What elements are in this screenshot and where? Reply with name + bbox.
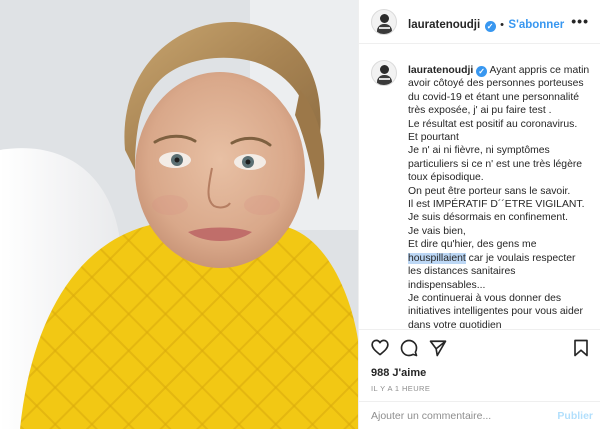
more-options-icon[interactable]: ••• [571,13,589,29]
caption-first-line: Ayant appris ce matin [489,65,590,76]
caption-line: indispensables... [408,279,486,291]
caption-line: Je vais bien, [408,225,466,237]
username-link[interactable]: lauratenoudji [408,19,480,31]
separator-dot: • [500,19,504,31]
caption-line: dans votre quotidien [408,319,502,328]
caption-line: Il est IMPÉRATIF D´´ETRE VIGILANT. [408,199,585,211]
comment-input[interactable] [371,408,551,424]
caption-line: très exposée, j' ai pu faire test . [408,105,552,117]
caption-line: On peut être porteur sans le savoir. [408,185,571,197]
heart-icon[interactable] [371,339,389,356]
bookmark-icon[interactable] [573,339,589,357]
avatar[interactable] [371,9,397,35]
selfie-illustration [0,0,358,429]
caption-line: Et pourtant [408,132,459,144]
caption-text: lauratenoudji ✓ Ayant appris ce matin av… [408,64,590,328]
share-icon[interactable] [429,339,447,357]
caption-username-link[interactable]: lauratenoudji [408,65,473,76]
highlighted-word: houspillaient [408,252,466,264]
caption-line-highlight: houspillaient car je voulais respecter [408,252,590,265]
verified-badge-icon: ✓ [484,21,496,32]
caption-line: initiatives intelligentes pour vous aide… [408,306,584,318]
caption-scroll-area[interactable]: lauratenoudji ✓ Ayant appris ce matin av… [359,45,600,328]
comment-box: Publier [359,401,600,429]
caption-line: Et dire qu'hier, des gens me [408,239,537,251]
caption-line: du covid-19 et étant une personnalité [408,91,579,103]
caption-line: Je continuerai à vous donner des [408,292,562,304]
post-header: lauratenoudji ✓ • S'abonner ••• [359,0,600,44]
caption-line: les distances sanitaires [408,266,516,278]
comment-icon[interactable] [400,339,418,357]
caption-line: toux épisodique. [408,172,484,184]
publish-button[interactable]: Publier [557,410,593,422]
post-photo[interactable] [0,0,358,429]
caption-line: Je n' ai ni fièvre, ni symptômes [408,145,550,157]
highlight-rest: car je voulais respecter [465,252,576,264]
caption-line: particuliers si ce n' est une très légèr… [408,158,583,170]
caption-line: avoir côtoyé des personnes porteuses [408,78,584,90]
post-side-panel: lauratenoudji ✓ • S'abonner ••• lauraten… [358,0,600,429]
caption-avatar[interactable] [371,60,397,86]
post-timestamp[interactable]: IL Y A 1 HEURE [371,384,430,393]
likes-count[interactable]: 988 J'aime [371,367,426,379]
verified-badge-icon: ✓ [476,66,488,77]
post-actions: 988 J'aime IL Y A 1 HEURE Publier [359,329,600,429]
header-user-line: lauratenoudji ✓ • S'abonner [408,15,564,33]
caption-line: Le résultat est positif au coronavirus. [408,118,578,130]
caption-line: Je suis désormais en confinement. [408,212,568,224]
follow-button[interactable]: S'abonner [508,19,564,31]
